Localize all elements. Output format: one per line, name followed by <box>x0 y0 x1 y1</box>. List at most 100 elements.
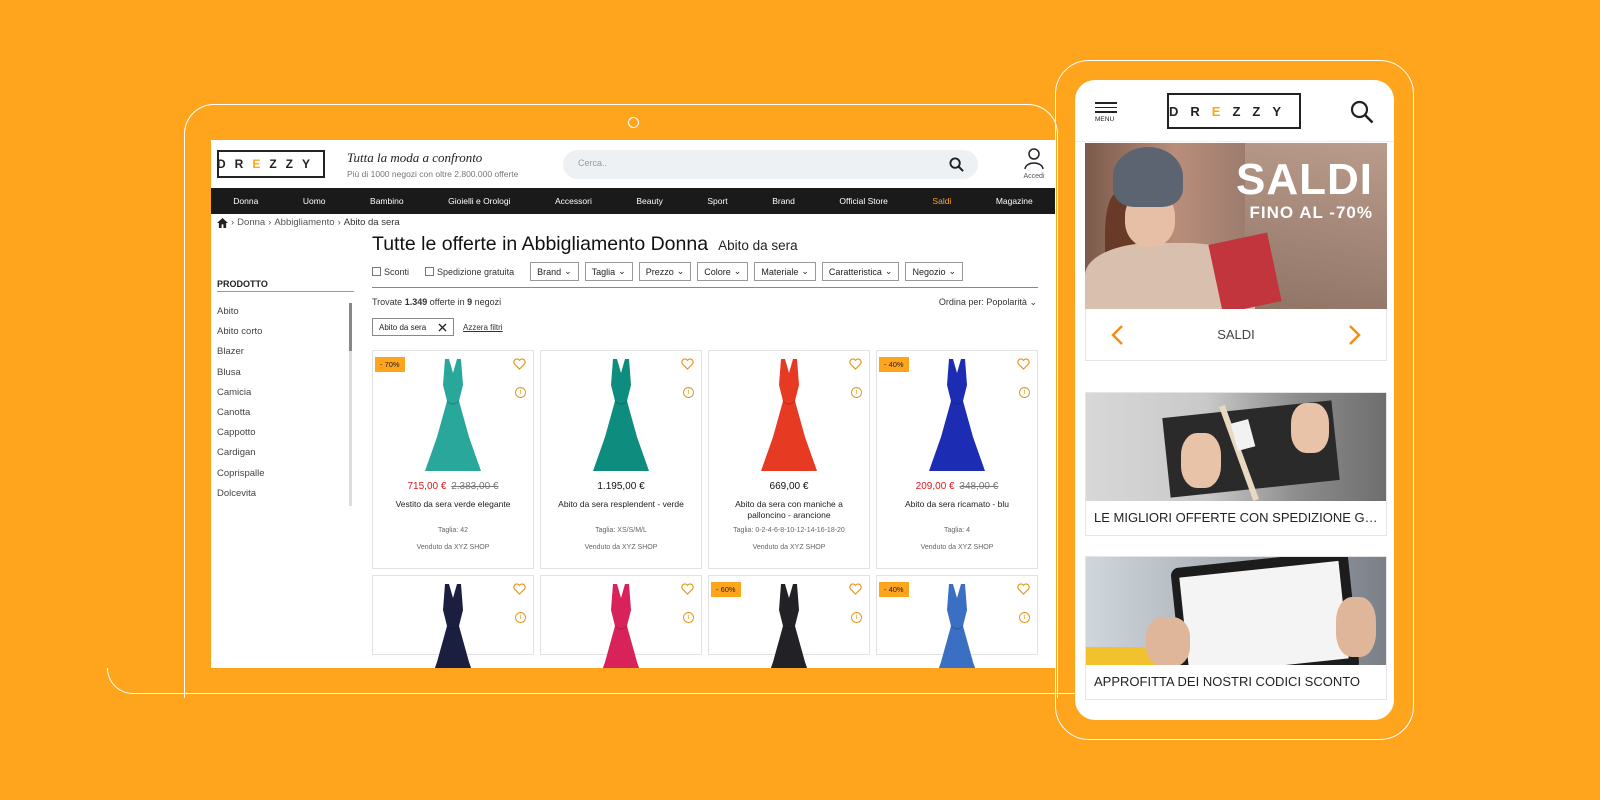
product-card[interactable]: i <box>372 575 534 668</box>
breadcrumb-abbigliamento[interactable]: Abbigliamento <box>274 217 334 228</box>
sidebar-item[interactable]: Cappotto <box>217 427 265 447</box>
sidebar-item[interactable]: Canotta <box>217 407 265 427</box>
nav-item-donna[interactable]: Donna <box>233 196 258 206</box>
product-card[interactable]: - 60% i <box>708 575 870 668</box>
promo-card-discount-codes[interactable]: APPROFITTA DEI NOSTRI CODICI SCONTO <box>1085 556 1387 700</box>
info-icon[interactable]: i <box>515 387 526 398</box>
sidebar-item[interactable]: Blazer <box>217 346 265 366</box>
product-name[interactable]: Abito da sera resplendent - verde <box>547 499 695 510</box>
nav-item-beauty[interactable]: Beauty <box>636 196 662 206</box>
checkbox-box[interactable] <box>372 267 381 276</box>
product-image[interactable] <box>589 582 653 668</box>
product-image[interactable] <box>757 582 821 668</box>
info-icon[interactable]: i <box>1019 612 1030 623</box>
nav-item-sport[interactable]: Sport <box>707 196 727 206</box>
sidebar-item[interactable]: Camicia <box>217 387 265 407</box>
sidebar-item[interactable]: Dolcevita <box>217 488 265 508</box>
mobile-logo[interactable]: DREZZY <box>1167 93 1301 129</box>
info-icon[interactable]: i <box>683 612 694 623</box>
heart-icon[interactable] <box>681 358 694 370</box>
breadcrumb-donna[interactable]: Donna <box>237 217 265 228</box>
heart-icon[interactable] <box>513 358 526 370</box>
scrollbar-thumb[interactable] <box>349 303 352 351</box>
sort-dropdown[interactable]: Ordina per: Popolarità ⌄ <box>939 297 1037 308</box>
nav-item-accessori[interactable]: Accessori <box>555 196 592 206</box>
product-card[interactable]: - 40% i 209,00 € 348,00 € Abito da sera ric… <box>876 350 1038 569</box>
logo-letter: Z <box>1232 103 1246 119</box>
sidebar-scrollbar[interactable] <box>349 303 352 506</box>
nav-item-magazine[interactable]: Magazine <box>996 196 1033 206</box>
heart-icon[interactable] <box>849 358 862 370</box>
nav-item-uomo[interactable]: Uomo <box>303 196 326 206</box>
account-button[interactable]: Accedi <box>1021 148 1047 180</box>
product-image[interactable] <box>421 357 485 480</box>
product-card[interactable]: i 1.195,00 € Abito da sera resplendent - v… <box>540 350 702 569</box>
product-image[interactable] <box>757 357 821 480</box>
product-card[interactable]: i <box>540 575 702 668</box>
sidebar-item[interactable]: Blusa <box>217 367 265 387</box>
gift-box-image <box>1086 393 1386 501</box>
nav-item-bambino[interactable]: Bambino <box>370 196 404 206</box>
filter-materiale[interactable]: Materiale ⌄ <box>754 262 816 281</box>
heart-icon[interactable] <box>849 583 862 595</box>
chip-label: Abito da sera <box>379 322 427 332</box>
active-filter-chip[interactable]: Abito da sera <box>372 318 455 336</box>
nav-item-brand[interactable]: Brand <box>772 196 795 206</box>
filter-prezzo[interactable]: Prezzo ⌄ <box>638 262 692 281</box>
info-icon[interactable]: i <box>683 387 694 398</box>
logo-letter: Z <box>285 157 297 171</box>
heart-icon[interactable] <box>1017 583 1030 595</box>
promo-card-free-shipping[interactable]: LE MIGLIORI OFFERTE CON SPEDIZIONE GRATU… <box>1085 392 1387 536</box>
product-card[interactable]: - 70% i 715,00 € 2.383,00 € Vestito da sera… <box>372 350 534 569</box>
info-icon[interactable]: i <box>851 387 862 398</box>
product-card[interactable]: - 40% i <box>876 575 1038 668</box>
product-name[interactable]: Vestito da sera verde elegante <box>379 499 527 510</box>
chevron-left-icon[interactable] <box>1110 324 1124 346</box>
product-card[interactable]: i 669,00 € Abito da sera con maniche a pal… <box>708 350 870 569</box>
product-name[interactable]: Abito da sera ricamato - blu <box>883 499 1031 510</box>
chevron-right-icon[interactable] <box>1348 324 1362 346</box>
filter-colore[interactable]: Colore ⌄ <box>697 262 749 281</box>
menu-button[interactable]: MENU <box>1095 102 1117 123</box>
current-price: 669,00 € <box>769 481 809 492</box>
image-part <box>1181 433 1221 488</box>
checkbox-box[interactable] <box>425 267 435 276</box>
nav-item-official-store[interactable]: Official Store <box>839 196 888 206</box>
menu-label: MENU <box>1095 115 1115 123</box>
product-image[interactable] <box>925 582 989 668</box>
image-part <box>1291 403 1329 453</box>
product-image[interactable] <box>589 357 653 480</box>
product-image[interactable] <box>421 582 485 668</box>
info-icon[interactable]: i <box>1019 387 1030 398</box>
info-icon[interactable]: i <box>851 612 862 623</box>
discount-badge: - 70% <box>375 357 405 372</box>
sidebar-item[interactable]: Abito corto <box>217 326 265 346</box>
search-icon[interactable] <box>1350 100 1374 124</box>
close-icon[interactable] <box>438 323 447 332</box>
filter-negozio[interactable]: Negozio ⌄ <box>905 262 964 281</box>
heart-icon[interactable] <box>513 583 526 595</box>
product-price: 209,00 € 348,00 € <box>877 481 1037 492</box>
search-input[interactable]: Cerca.. <box>563 150 978 179</box>
hero-banner[interactable]: SALDI FINO AL -70% <box>1085 143 1387 309</box>
sidebar-item[interactable]: Coprispalle <box>217 468 265 488</box>
heart-icon[interactable] <box>1017 358 1030 370</box>
sidebar-item[interactable]: Abito <box>217 306 265 326</box>
search-icon[interactable] <box>949 157 964 172</box>
product-image[interactable] <box>925 357 989 480</box>
home-icon[interactable] <box>217 217 228 228</box>
product-name[interactable]: Abito da sera con maniche a palloncino -… <box>715 499 863 521</box>
nav-item-saldi[interactable]: Saldi <box>932 196 951 206</box>
checkbox-sconti[interactable]: Sconti <box>372 267 409 277</box>
heart-icon[interactable] <box>681 583 694 595</box>
filter-taglia[interactable]: Taglia ⌄ <box>584 262 633 281</box>
filter-caratteristica[interactable]: Caratteristica ⌄ <box>821 262 900 281</box>
info-icon[interactable]: i <box>515 612 526 623</box>
filter-brand[interactable]: Brand ⌄ <box>530 262 579 281</box>
current-price: 209,00 € <box>915 481 955 492</box>
desktop-logo[interactable]: DREZZY <box>217 150 325 178</box>
nav-item-gioielli[interactable]: Gioielli e Orologi <box>448 196 510 206</box>
sidebar-item[interactable]: Cardigan <box>217 447 265 467</box>
reset-filters-link[interactable]: Azzera filtri <box>463 323 503 332</box>
checkbox-spedizione-gratuita[interactable]: Spedizione gratuita <box>425 267 514 277</box>
